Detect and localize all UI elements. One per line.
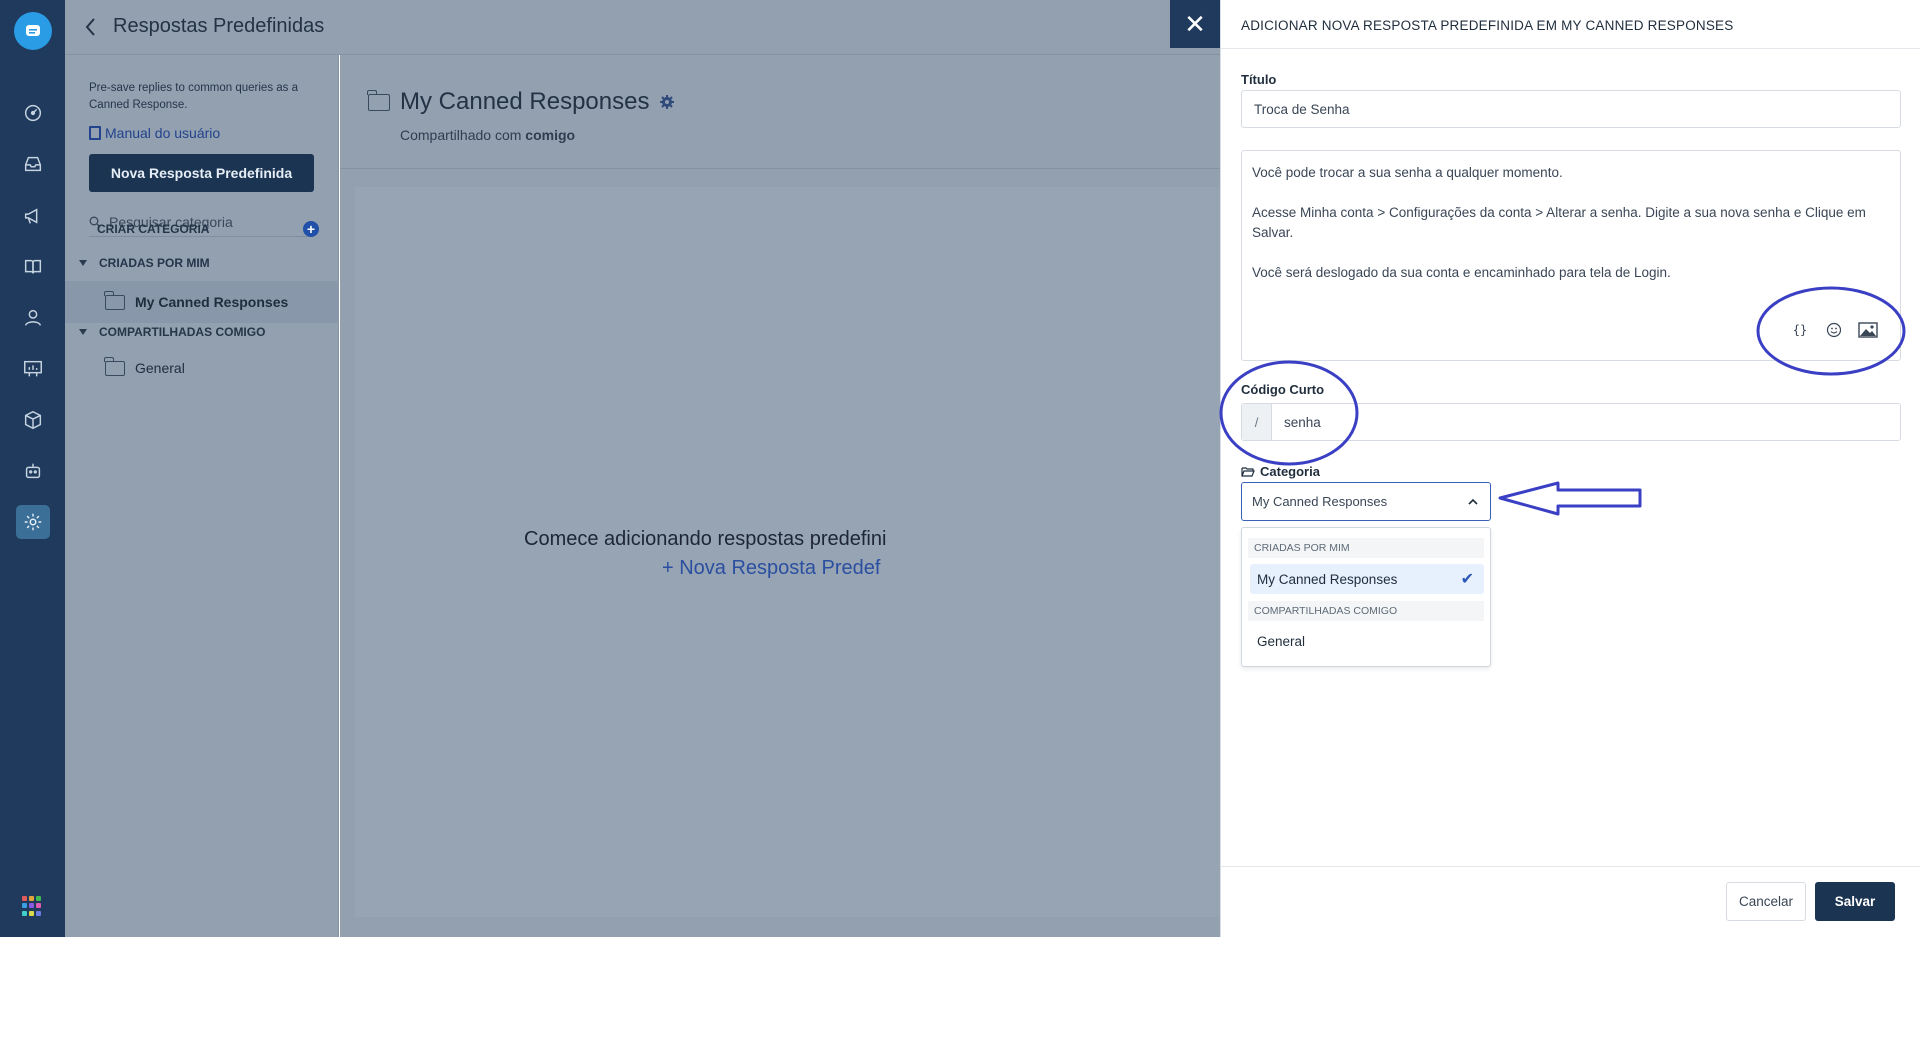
shared-with-value: comigo xyxy=(525,127,576,143)
chevron-up-icon xyxy=(1468,498,1478,505)
shared-prefix: Compartilhado com xyxy=(400,127,526,143)
page-header: Respostas Predefinidas xyxy=(65,0,1220,55)
image-icon[interactable] xyxy=(1858,320,1878,340)
open-folder-icon xyxy=(1241,467,1255,477)
shortcode-label: Código Curto xyxy=(1241,382,1325,397)
inbox-icon[interactable] xyxy=(16,147,50,181)
category-item-label: General xyxy=(135,360,185,376)
category-sidebar: Pre-save replies to common queries as a … xyxy=(65,55,339,937)
apps-grid-icon[interactable] xyxy=(22,896,42,916)
category-select-value: My Canned Responses xyxy=(1252,494,1388,509)
category-label: Categoria xyxy=(1241,464,1320,479)
checkmark-icon: ✔ xyxy=(1460,571,1474,588)
shared-folder-icon xyxy=(104,356,125,376)
close-icon: ✕ xyxy=(1184,8,1206,39)
create-category-row[interactable]: CRIAR CATEGORIA + xyxy=(65,212,339,246)
chevron-left-icon[interactable] xyxy=(82,16,100,38)
folder-icon xyxy=(367,89,390,111)
empty-state-add-link[interactable]: + Nova Resposta Predef xyxy=(662,557,880,580)
shortcode-prefix: / xyxy=(1242,404,1272,440)
message-paragraph: Você pode trocar a sua senha a qualquer … xyxy=(1252,165,1563,180)
book-icon xyxy=(89,126,101,140)
variables-icon[interactable]: {} xyxy=(1790,320,1810,340)
caret-down-icon xyxy=(79,329,87,335)
title-input[interactable]: Troca de Senha xyxy=(1241,90,1901,128)
dropdown-option-label: My Canned Responses xyxy=(1257,571,1398,587)
category-title: My Canned Responses xyxy=(367,88,675,116)
user-manual-link[interactable]: Manual do usuário xyxy=(89,125,220,141)
book-icon[interactable] xyxy=(16,250,50,284)
empty-state-text: Comece adicionando respostas predefini xyxy=(524,528,887,550)
dropdown-option-label: General xyxy=(1257,633,1306,649)
category-dropdown: CRIADAS POR MIM My Canned Responses ✔ CO… xyxy=(1241,527,1491,667)
divider xyxy=(1221,866,1920,867)
category-item-general[interactable]: General xyxy=(65,347,339,389)
category-title-text: My Canned Responses xyxy=(400,88,650,115)
category-label-text: Categoria xyxy=(1260,464,1320,479)
dropdown-option-my-canned-responses[interactable]: My Canned Responses ✔ xyxy=(1250,564,1484,594)
shortcode-input[interactable]: senha xyxy=(1272,404,1321,440)
page-title: Respostas Predefinidas xyxy=(113,15,325,37)
user-manual-label: Manual do usuário xyxy=(105,125,221,141)
caret-down-icon xyxy=(79,260,87,266)
divider xyxy=(1221,48,1920,49)
settings-icon[interactable] xyxy=(16,505,50,539)
primary-sidebar xyxy=(0,0,65,937)
shared-with-text: Compartilhado com comigo xyxy=(400,127,575,143)
message-editor[interactable]: Você pode trocar a sua senha a qualquer … xyxy=(1241,150,1901,361)
add-canned-response-drawer: ADICIONAR NOVA RESPOSTA PREDEFINIDA EM M… xyxy=(1220,0,1920,937)
folder-icon xyxy=(104,290,125,310)
section-created-by-me[interactable]: CRIADAS POR MIM xyxy=(65,246,339,280)
editor-toolbar: {} xyxy=(1790,320,1878,340)
new-canned-response-button[interactable]: Nova Resposta Predefinida xyxy=(89,154,314,192)
dropdown-option-general[interactable]: General xyxy=(1250,626,1484,656)
title-label: Título xyxy=(1241,72,1277,87)
contacts-icon[interactable] xyxy=(16,301,50,335)
message-body[interactable]: Você pode trocar a sua senha a qualquer … xyxy=(1252,163,1892,303)
dropdown-group-label: COMPARTILHADAS COMIGO xyxy=(1248,601,1484,621)
dashboard-icon[interactable] xyxy=(16,96,50,130)
reports-icon[interactable] xyxy=(16,352,50,386)
bot-icon[interactable] xyxy=(16,454,50,488)
save-button[interactable]: Salvar xyxy=(1815,882,1895,921)
package-icon[interactable] xyxy=(16,403,50,437)
gear-icon[interactable] xyxy=(659,94,675,110)
add-category-icon[interactable]: + xyxy=(303,221,319,237)
logo-chat-icon[interactable] xyxy=(14,12,52,50)
divider xyxy=(340,168,1220,169)
shortcode-field[interactable]: / senha xyxy=(1241,403,1901,441)
emoji-icon[interactable] xyxy=(1824,320,1844,340)
cancel-button[interactable]: Cancelar xyxy=(1726,882,1806,921)
message-paragraph: Acesse Minha conta > Configurações da co… xyxy=(1252,205,1866,240)
section-created-by-me-label: CRIADAS POR MIM xyxy=(99,256,210,270)
megaphone-icon[interactable] xyxy=(16,199,50,233)
close-drawer-button[interactable]: ✕ xyxy=(1170,0,1220,48)
main-content: My Canned Responses Compartilhado com co… xyxy=(340,55,1220,937)
empty-state-panel xyxy=(355,187,1220,917)
dropdown-group-label: CRIADAS POR MIM xyxy=(1248,538,1484,558)
section-shared-with-me-label: COMPARTILHADAS COMIGO xyxy=(99,325,266,339)
category-select[interactable]: My Canned Responses xyxy=(1241,482,1491,521)
create-category-label: CRIAR CATEGORIA xyxy=(97,222,210,236)
message-paragraph: Você será deslogado da sua conta e encam… xyxy=(1252,265,1671,280)
app-window: Respostas Predefinidas Pre-save replies … xyxy=(0,0,1920,937)
sidebar-description: Pre-save replies to common queries as a … xyxy=(89,82,299,111)
section-shared-with-me[interactable]: COMPARTILHADAS COMIGO xyxy=(65,315,339,349)
drawer-title: ADICIONAR NOVA RESPOSTA PREDEFINIDA EM M… xyxy=(1241,18,1734,33)
category-item-label: My Canned Responses xyxy=(135,294,289,310)
